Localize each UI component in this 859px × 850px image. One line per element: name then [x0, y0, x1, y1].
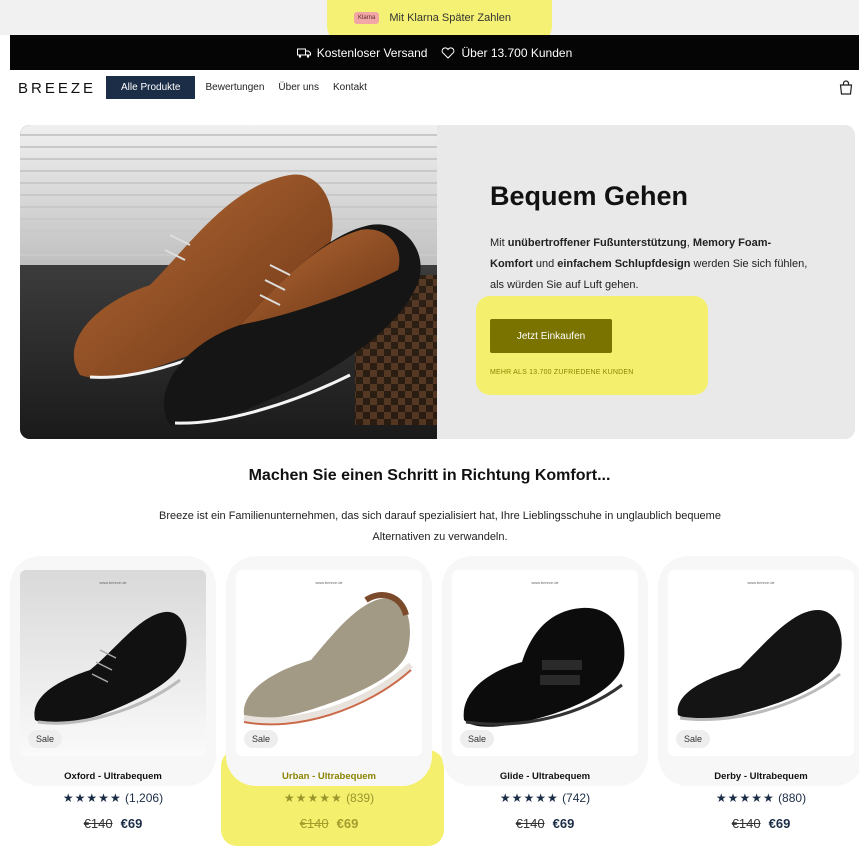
cta-subtext: MEHR ALS 13.700 ZUFRIEDENE KUNDEN [490, 369, 634, 376]
star-icon: ★★★★★ [283, 791, 343, 805]
free-shipping: Kostenloser Versand [296, 45, 428, 60]
product-rating: ★★★★★ (1,206) [10, 791, 216, 805]
product-image[interactable]: www.breeze.de Sale [20, 570, 206, 756]
sale-price: €69 [552, 816, 575, 831]
promo-text[interactable]: Mit Klarna Später Zahlen [389, 12, 511, 24]
customer-count-label: Über 13.700 Kunden [461, 45, 573, 60]
product-title[interactable]: Derby - Ultrabequem [658, 771, 859, 782]
old-price: €140 [83, 816, 113, 831]
klarna-badge: Klarna [354, 12, 380, 24]
hero-banner: Bequem Gehen Mit unübertroffener Fußunte… [20, 125, 855, 439]
review-count: (839) [346, 791, 375, 805]
old-price: €140 [515, 816, 545, 831]
review-count: (880) [778, 791, 807, 805]
nav-link-alle-produkte[interactable]: Alle Produkte [106, 76, 196, 99]
sale-badge: Sale [676, 730, 711, 748]
product-title[interactable]: Oxford - Ultrabequem [10, 771, 216, 782]
cart-icon[interactable] [838, 80, 854, 96]
hero-title: Bequem Gehen [490, 181, 689, 211]
product-title[interactable]: Urban - Ultrabequem [226, 771, 432, 782]
customer-count: Über 13.700 Kunden [441, 46, 572, 60]
star-icon: ★★★★★ [715, 791, 775, 805]
sale-price: €69 [120, 816, 143, 831]
old-price: €140 [731, 816, 761, 831]
product-price: €140 €69 [226, 816, 432, 831]
sale-badge: Sale [460, 730, 495, 748]
free-shipping-label: Kostenloser Versand [316, 45, 428, 60]
sale-badge: Sale [28, 730, 63, 748]
product-card-glide[interactable]: www.breeze.de Sale [442, 556, 648, 786]
sale-price: €69 [768, 816, 791, 831]
shop-now-button[interactable]: Jetzt Einkaufen [490, 319, 612, 353]
product-image[interactable]: www.breeze.de Sale [236, 570, 422, 756]
nav-link-kontakt[interactable]: Kontakt [333, 77, 367, 98]
star-icon: ★★★★★ [499, 791, 559, 805]
product-card-urban[interactable]: www.breeze.de Sale [226, 556, 432, 786]
hero-product-image [20, 125, 437, 439]
product-rating: ★★★★★ (880) [658, 791, 859, 805]
product-card-oxford[interactable]: www.breeze.de Sale [10, 556, 216, 786]
product-price: €140 €69 [442, 816, 648, 831]
hero-description: Mit unübertroffener Fußunterstützung, Me… [490, 237, 808, 291]
star-icon: ★★★★★ [62, 791, 122, 805]
product-rating: ★★★★★ (839) [226, 791, 432, 805]
section-text: Breeze ist ein Familienunternehmen, das … [159, 510, 721, 543]
old-price: €140 [299, 816, 329, 831]
sale-price: €69 [336, 816, 359, 831]
truck-icon [296, 48, 311, 58]
shipping-bar: Kostenloser Versand Über 13.700 Kunden [10, 35, 859, 70]
product-price: €140 €69 [658, 816, 859, 831]
product-rating: ★★★★★ (742) [442, 791, 648, 805]
logo[interactable]: BREEZE [18, 80, 96, 97]
product-price: €140 €69 [10, 816, 216, 831]
product-card-derby[interactable]: www.breeze.de Sale [658, 556, 859, 786]
nav-links: Alle Produkte Bewertungen Über uns Konta… [106, 76, 381, 99]
review-count: (742) [562, 791, 591, 805]
nav-link-ueber-uns[interactable]: Über uns [278, 77, 319, 98]
product-title[interactable]: Glide - Ultrabequem [442, 771, 648, 782]
sale-badge: Sale [244, 730, 279, 748]
main-nav: BREEZE Alle Produkte Bewertungen Über un… [0, 70, 859, 108]
product-image[interactable]: www.breeze.de Sale [668, 570, 854, 756]
review-count: (1,206) [125, 791, 164, 805]
product-image[interactable]: www.breeze.de Sale [452, 570, 638, 756]
heart-icon [442, 46, 455, 59]
promo-content[interactable]: Klarna Mit Klarna Später Zahlen [354, 10, 511, 26]
nav-link-bewertungen[interactable]: Bewertungen [205, 77, 264, 98]
section-heading: Machen Sie einen Schritt in Richtung Kom… [248, 467, 611, 484]
